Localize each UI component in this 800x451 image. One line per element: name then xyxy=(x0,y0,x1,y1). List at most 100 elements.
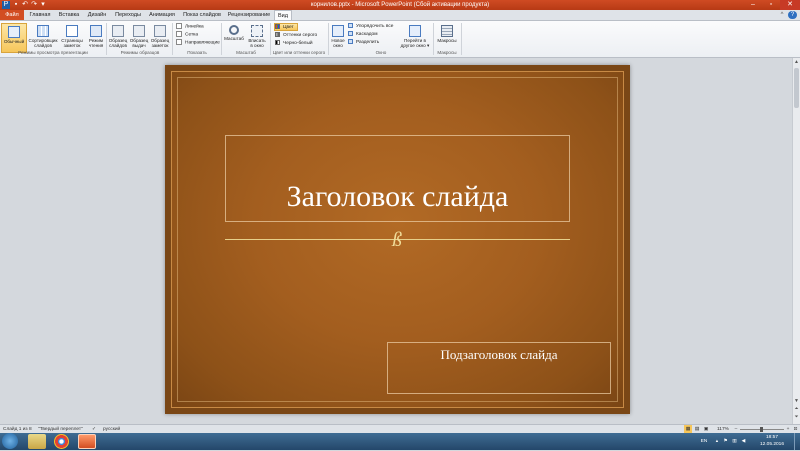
scroll-up-icon[interactable]: ▲ xyxy=(793,59,800,66)
notes-page-label-2: заметок xyxy=(63,43,81,48)
macros-button[interactable]: Макросы xyxy=(436,23,458,53)
network-icon[interactable]: ▥ xyxy=(731,433,738,450)
start-button-icon[interactable] xyxy=(2,433,18,449)
ruler-label: Линейка xyxy=(185,24,204,30)
color-icon xyxy=(275,24,280,29)
group-label-masters: Режимы образцов xyxy=(120,50,160,55)
tab-view[interactable]: Вид xyxy=(274,10,292,20)
tab-file[interactable]: Файл xyxy=(0,10,24,20)
macros-label: Макросы xyxy=(437,38,457,43)
slide-sorter-button[interactable]: Сортировщик слайдов xyxy=(28,23,58,53)
chrome-taskbar-icon[interactable] xyxy=(54,434,69,449)
handout-master-label-2: выдач xyxy=(132,43,146,48)
arrange-all-button[interactable]: Упорядочить все xyxy=(348,23,393,30)
tab-insert[interactable]: Вставка xyxy=(56,10,82,20)
tab-transitions[interactable]: Переходы xyxy=(112,10,144,20)
slide-master-button[interactable]: Образец слайдов xyxy=(108,23,128,53)
vertical-scrollbar[interactable]: ▲ ▼ ⏶ ⏷ xyxy=(792,58,800,424)
handout-master-button[interactable]: Образец выдач xyxy=(129,23,149,53)
collapse-ribbon-icon[interactable]: ^ xyxy=(778,11,786,19)
group-label-show: Показать xyxy=(187,50,207,55)
notes-master-icon xyxy=(154,25,166,37)
zoom-button[interactable]: Масштаб xyxy=(223,23,245,53)
show-desktop-button[interactable] xyxy=(794,433,800,450)
help-icon[interactable]: ? xyxy=(788,11,797,19)
slide-master-icon xyxy=(112,25,124,37)
ornament-icon: ß xyxy=(392,229,402,251)
slide-subtitle[interactable]: Подзаголовок слайда xyxy=(387,346,611,364)
next-slide-icon[interactable]: ⏷ xyxy=(793,414,800,421)
grid-checkbox[interactable]: Сетка xyxy=(176,31,198,38)
scrollbar-thumb[interactable] xyxy=(794,68,799,108)
tab-slideshow[interactable]: Показ слайдов xyxy=(180,10,224,20)
zoom-label: Масштаб xyxy=(224,36,244,41)
tab-design[interactable]: Дизайн xyxy=(84,10,110,20)
guides-checkbox[interactable]: Направляющие xyxy=(176,39,220,46)
split-label: Разделить xyxy=(356,40,380,45)
status-bar: Слайд 1 из 8 "Твердый переплет" ✓ русски… xyxy=(0,424,800,434)
volume-icon[interactable]: ◀ xyxy=(740,433,747,450)
fit-to-window-button[interactable]: Вписать в окно xyxy=(246,23,268,53)
clock-time: 18:57 xyxy=(765,435,778,440)
notes-page-button[interactable]: Страницы заметок xyxy=(59,23,85,53)
minimize-button[interactable]: – xyxy=(744,0,762,10)
guides-label: Направляющие xyxy=(185,40,220,46)
tab-animation[interactable]: Анимация xyxy=(146,10,178,20)
arrange-all-icon xyxy=(348,23,353,29)
macros-icon xyxy=(441,25,453,37)
handout-master-icon xyxy=(133,25,145,37)
clock[interactable]: 18:57 12.05.2016 xyxy=(753,434,791,451)
split-button[interactable]: Разделить xyxy=(348,39,379,46)
slide-master-label-2: слайдов xyxy=(109,43,127,48)
color-button[interactable]: Цвет xyxy=(274,23,298,31)
ribbon-separator xyxy=(221,23,222,55)
previous-slide-icon[interactable]: ⏶ xyxy=(793,406,800,413)
slide-canvas[interactable]: Заголовок слайда ß Подзаголовок слайда xyxy=(165,65,630,414)
flag-icon[interactable]: ⚑ xyxy=(722,433,729,450)
reading-view-icon xyxy=(90,25,102,37)
switch-windows-icon xyxy=(409,25,421,37)
split-icon xyxy=(348,39,353,45)
ribbon-separator xyxy=(106,23,107,55)
normal-view-button[interactable]: Обычный xyxy=(1,23,27,53)
black-white-button[interactable]: Черно-белый xyxy=(275,40,313,47)
input-language[interactable]: EN xyxy=(698,433,710,450)
title-bar: P ▪ ↶ ↷ ▾ корнилов.pptx - Microsoft Powe… xyxy=(0,0,800,10)
maximize-button[interactable]: ▫ xyxy=(762,0,780,10)
switch-windows-button[interactable]: Перейти в другое окно ▾ xyxy=(398,23,432,53)
ruler-checkbox[interactable]: Линейка xyxy=(176,23,204,30)
notes-master-button[interactable]: Образец заметок xyxy=(150,23,170,53)
slide-sorter-icon xyxy=(37,25,49,37)
cascade-button[interactable]: Каскадом xyxy=(348,31,378,38)
grayscale-button[interactable]: Оттенки серого xyxy=(275,32,317,39)
group-label-window: Окно xyxy=(375,50,387,55)
fit-window-icon xyxy=(251,25,263,37)
switch-windows-label-2: другое окно xyxy=(400,43,426,48)
grayscale-icon xyxy=(275,32,280,38)
reading-view-button[interactable]: Режим чтения xyxy=(86,23,106,53)
explorer-taskbar-icon[interactable] xyxy=(28,434,46,449)
scroll-down-icon[interactable]: ▼ xyxy=(793,398,800,405)
ribbon-separator xyxy=(328,23,329,55)
checkbox-icon xyxy=(176,39,182,45)
group-label-macros: Макросы xyxy=(437,50,457,55)
group-label-zoom: Масштаб xyxy=(236,50,256,55)
normal-view-label: Обычный xyxy=(3,39,25,44)
close-button[interactable]: ✕ xyxy=(780,0,800,10)
notes-page-icon xyxy=(66,25,78,37)
tab-review[interactable]: Рецензирование xyxy=(226,10,272,20)
window-title: корнилов.pptx - Microsoft PowerPoint (Сб… xyxy=(310,2,490,8)
zoom-slider-thumb[interactable] xyxy=(760,427,763,432)
slide-sorter-label-2: слайдов xyxy=(34,43,52,48)
new-window-label-2: окно xyxy=(333,43,343,48)
tray-expand-icon[interactable]: ▴ xyxy=(714,433,720,450)
clock-date: 12.05.2016 xyxy=(759,442,784,447)
group-label-views: Режимы просмотра презентации xyxy=(18,50,88,55)
new-window-button[interactable]: Новое окно xyxy=(330,23,346,53)
grid-label: Сетка xyxy=(185,32,199,38)
slide-title[interactable]: Заголовок слайда xyxy=(225,179,570,215)
notes-master-label-2: заметок xyxy=(151,43,169,48)
magnifier-icon xyxy=(229,25,239,35)
tab-home[interactable]: Главная xyxy=(26,10,54,20)
powerpoint-taskbar-icon[interactable] xyxy=(78,434,96,449)
